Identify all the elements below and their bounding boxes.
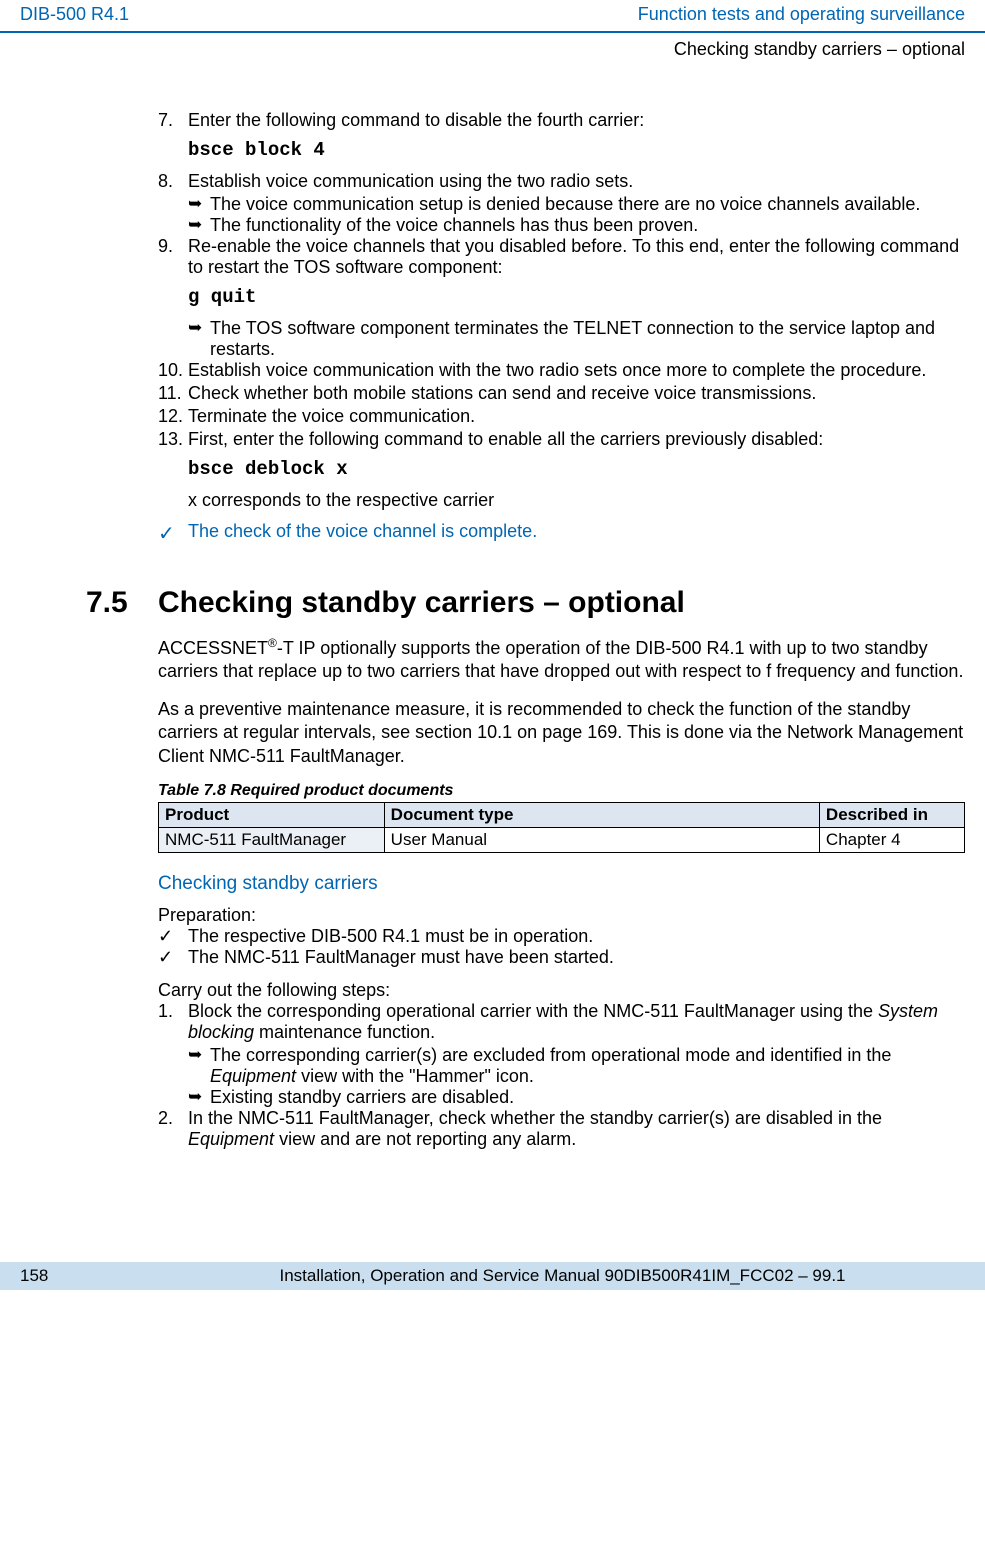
step-8-result-b: ➥ The functionality of the voice channel… <box>158 215 965 236</box>
step-text: Establish voice communication using the … <box>188 171 965 192</box>
step-10: 10. Establish voice communication with t… <box>158 360 965 381</box>
code-block-2: g quit <box>158 286 965 308</box>
step-text: Establish voice communication with the t… <box>188 360 965 381</box>
main-content: 7. Enter the following command to disabl… <box>0 60 985 1182</box>
para1-post: -T IP optionally supports the operation … <box>158 638 963 681</box>
prep-item-2: ✓ The NMC-511 FaultManager must have bee… <box>158 947 965 968</box>
text-pre: In the NMC-511 FaultManager, check wheth… <box>188 1108 882 1128</box>
header-right: Function tests and operating surveillanc… <box>638 4 965 25</box>
th-doctype: Document type <box>384 802 819 827</box>
step-13: 13. First, enter the following command t… <box>158 429 965 450</box>
section-heading: 7.5 Checking standby carriers – optional <box>158 586 965 620</box>
table-row: NMC-511 FaultManager User Manual Chapter… <box>159 827 965 852</box>
page-footer: 158 Installation, Operation and Service … <box>0 1262 985 1290</box>
check-icon: ✓ <box>158 521 188 546</box>
paragraph-2: As a preventive maintenance measure, it … <box>158 698 965 768</box>
td-doctype: User Manual <box>384 827 819 852</box>
step-number: 7. <box>158 110 188 131</box>
result-text: The functionality of the voice channels … <box>210 215 965 236</box>
step-7: 7. Enter the following command to disabl… <box>158 110 965 131</box>
result-text: The corresponding carrier(s) are exclude… <box>210 1045 965 1087</box>
check-text: The check of the voice channel is comple… <box>188 521 537 546</box>
step-text: Re-enable the voice channels that you di… <box>188 236 965 278</box>
td-described: Chapter 4 <box>819 827 964 852</box>
table-header-row: Product Document type Described in <box>159 802 965 827</box>
step-number: 13. <box>158 429 188 450</box>
carry-step-1: 1. Block the corresponding operational c… <box>158 1001 965 1043</box>
step-number: 8. <box>158 171 188 192</box>
carry-out-label: Carry out the following steps: <box>158 980 965 1001</box>
prep-item-1: ✓ The respective DIB-500 R4.1 must be in… <box>158 926 965 947</box>
arrow-icon: ➥ <box>188 215 210 235</box>
step-text: Check whether both mobile stations can s… <box>188 383 965 404</box>
text-pre: The corresponding carrier(s) are exclude… <box>210 1045 891 1065</box>
step-number: 9. <box>158 236 188 257</box>
result-text: The voice communication setup is denied … <box>210 194 965 215</box>
arrow-icon: ➥ <box>188 194 210 214</box>
preparation-label: Preparation: <box>158 905 965 926</box>
th-described: Described in <box>819 802 964 827</box>
check-icon: ✓ <box>158 926 188 947</box>
footer-text: Installation, Operation and Service Manu… <box>160 1266 965 1286</box>
step-number: 1. <box>158 1001 188 1022</box>
td-product: NMC-511 FaultManager <box>159 827 385 852</box>
page-number: 158 <box>20 1266 160 1286</box>
page-header: DIB-500 R4.1 Function tests and operatin… <box>0 0 985 33</box>
code-block-1: bsce block 4 <box>158 139 965 161</box>
text-post: view with the "Hammer" icon. <box>296 1066 534 1086</box>
step-8: 8. Establish voice communication using t… <box>158 171 965 192</box>
step-13-note: x corresponds to the respective carrier <box>158 490 965 511</box>
step-9-result: ➥ The TOS software component terminates … <box>158 318 965 360</box>
prep-text: The NMC-511 FaultManager must have been … <box>188 947 614 968</box>
th-product: Product <box>159 802 385 827</box>
check-complete: ✓ The check of the voice channel is comp… <box>158 511 965 546</box>
documents-table: Product Document type Described in NMC-5… <box>158 802 965 853</box>
check-icon: ✓ <box>158 947 188 968</box>
section-number: 7.5 <box>86 586 158 620</box>
step-12: 12. Terminate the voice communication. <box>158 406 965 427</box>
step-text: In the NMC-511 FaultManager, check wheth… <box>188 1108 965 1150</box>
table-caption: Table 7.8 Required product documents <box>158 782 965 800</box>
step-9: 9. Re-enable the voice channels that you… <box>158 236 965 278</box>
text-post: maintenance function. <box>254 1022 435 1042</box>
result-text: The TOS software component terminates th… <box>210 318 965 360</box>
para1-pre: ACCESSNET <box>158 638 268 658</box>
subheading: Checking standby carriers <box>158 873 965 895</box>
step-text: Block the corresponding operational carr… <box>188 1001 965 1043</box>
step-text: First, enter the following command to en… <box>188 429 965 450</box>
step-11: 11. Check whether both mobile stations c… <box>158 383 965 404</box>
step-number: 2. <box>158 1108 188 1129</box>
header-sub: Checking standby carriers – optional <box>0 33 985 60</box>
carry-step-2: 2. In the NMC-511 FaultManager, check wh… <box>158 1108 965 1150</box>
carry-1-result-a: ➥ The corresponding carrier(s) are exclu… <box>158 1045 965 1087</box>
step-number: 12. <box>158 406 188 427</box>
text-post: view and are not reporting any alarm. <box>274 1129 576 1149</box>
paragraph-1: ACCESSNET®-T IP optionally supports the … <box>158 636 965 684</box>
header-left: DIB-500 R4.1 <box>20 4 129 25</box>
step-text: Enter the following command to disable t… <box>188 110 965 131</box>
code-block-3: bsce deblock x <box>158 458 965 480</box>
arrow-icon: ➥ <box>188 318 210 338</box>
text-em: Equipment <box>210 1066 296 1086</box>
step-8-result-a: ➥ The voice communication setup is denie… <box>158 194 965 215</box>
step-number: 11. <box>158 383 188 404</box>
result-text: Existing standby carriers are disabled. <box>210 1087 965 1108</box>
arrow-icon: ➥ <box>188 1045 210 1065</box>
section-title: Checking standby carriers – optional <box>158 586 685 620</box>
registered-icon: ® <box>268 636 277 650</box>
text-em: Equipment <box>188 1129 274 1149</box>
carry-1-result-b: ➥ Existing standby carriers are disabled… <box>158 1087 965 1108</box>
step-number: 10. <box>158 360 188 381</box>
step-text: Terminate the voice communication. <box>188 406 965 427</box>
text-pre: Block the corresponding operational carr… <box>188 1001 878 1021</box>
prep-text: The respective DIB-500 R4.1 must be in o… <box>188 926 593 947</box>
arrow-icon: ➥ <box>188 1087 210 1107</box>
